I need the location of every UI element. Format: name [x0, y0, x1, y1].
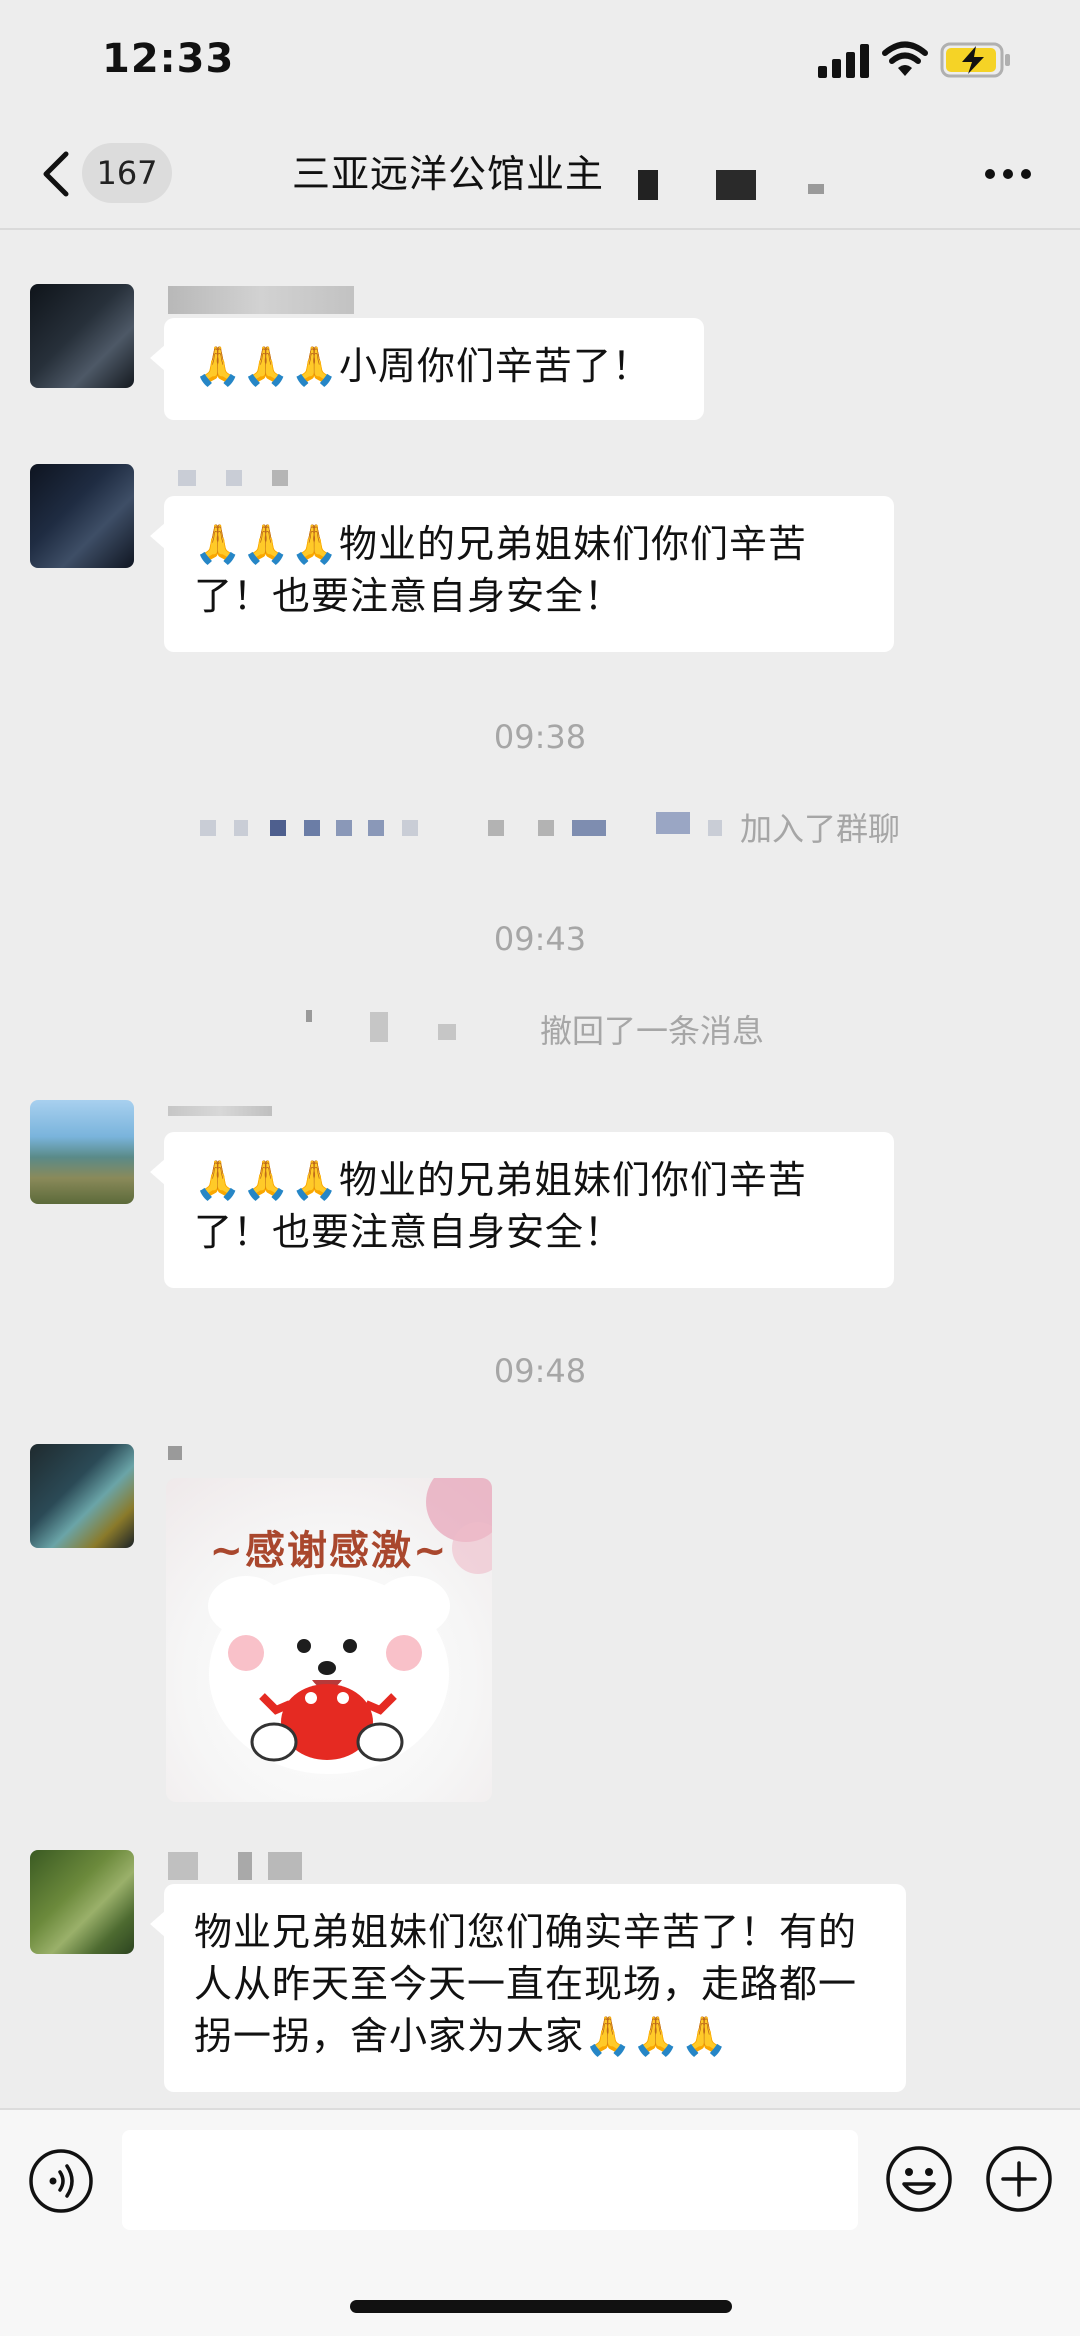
battery-charging-icon [940, 42, 1010, 78]
message-bubble[interactable]: 物业兄弟姐妹们您们确实辛苦了！有的人从昨天至今天一直在现场，走路都一拐一拐，舍小… [150, 1884, 906, 2092]
system-redacted-names [200, 812, 740, 840]
back-chevron-icon[interactable] [38, 150, 72, 198]
avatar[interactable] [30, 1100, 134, 1204]
nav-divider [0, 228, 1080, 230]
dog-sticker-illustration [208, 1478, 492, 1774]
sticker-image[interactable]: ~感谢感激~ [166, 1478, 492, 1802]
unread-count-badge[interactable]: 167 [82, 143, 172, 203]
status-time: 12:33 [102, 36, 235, 82]
title-redaction [716, 170, 756, 200]
plus-icon[interactable] [984, 2144, 1054, 2214]
title-redaction [638, 170, 658, 200]
avatar[interactable] [30, 284, 134, 388]
more-icon[interactable] [984, 168, 1032, 180]
avatar[interactable] [30, 1444, 134, 1548]
signal-icon [818, 44, 869, 78]
timestamp: 09:43 [493, 920, 587, 958]
system-joined-text: 加入了群聊 [740, 810, 901, 848]
sender-name-redacted [168, 1106, 272, 1116]
message-bubble[interactable]: 🙏🙏🙏小周你们辛苦了！ [150, 318, 704, 420]
sender-name-redacted [168, 1852, 340, 1880]
wifi-icon [882, 41, 928, 76]
timestamp: 09:48 [493, 1352, 587, 1390]
chat-title: 三亚远洋公馆业主 [292, 152, 605, 196]
avatar[interactable] [30, 1850, 134, 1954]
home-indicator [350, 2300, 732, 2313]
message-bubble[interactable]: 🙏🙏🙏物业的兄弟姐妹们你们辛苦了！也要注意自身安全！ [150, 496, 894, 652]
title-redaction [808, 184, 824, 194]
emoji-icon[interactable] [884, 2144, 954, 2214]
message-bubble[interactable]: 🙏🙏🙏物业的兄弟姐妹们你们辛苦了！也要注意自身安全！ [150, 1132, 894, 1288]
avatar[interactable] [30, 464, 134, 568]
timestamp: 09:38 [493, 718, 587, 756]
system-redacted-names [306, 1010, 536, 1046]
sender-name-redacted [168, 1446, 182, 1460]
sender-name-redacted [168, 470, 368, 498]
voice-icon[interactable] [28, 2148, 94, 2214]
sender-name-redacted [168, 286, 354, 314]
system-recalled-text: 撤回了一条消息 [540, 1012, 765, 1050]
message-input[interactable] [122, 2130, 858, 2230]
